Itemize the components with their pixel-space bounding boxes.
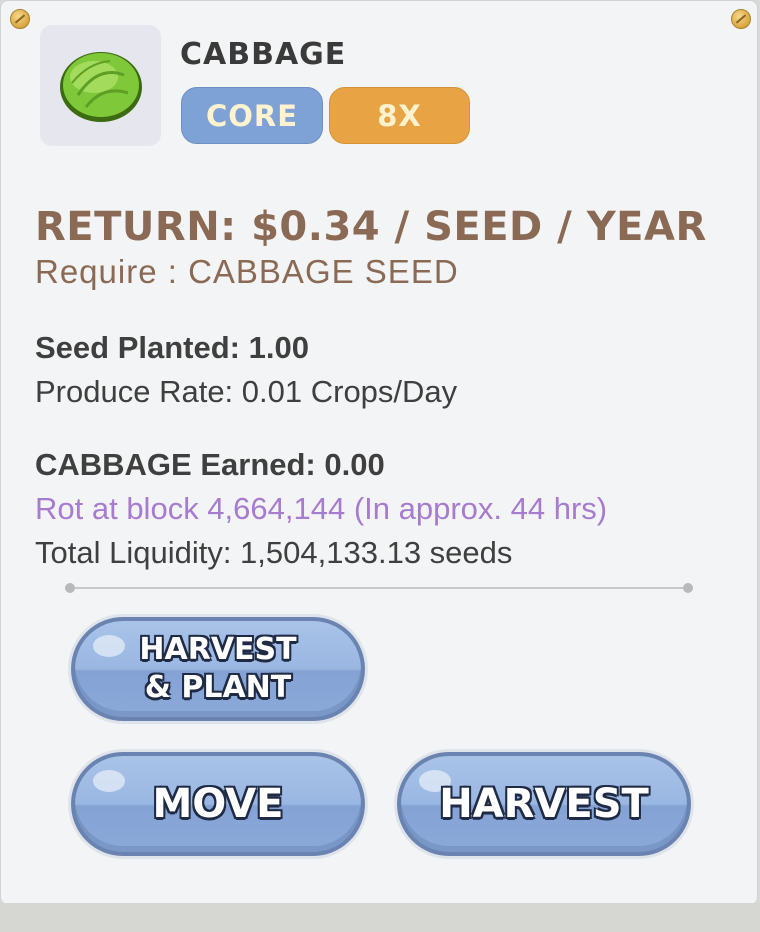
harvest-and-plant-label-2: & PLANT [144, 670, 292, 705]
screw-icon [731, 9, 751, 29]
move-button[interactable]: MOVE [71, 752, 365, 856]
harvest-button[interactable]: HARVEST [397, 752, 691, 856]
return-rate: RETURN: $0.34 / SEED / YEAR [35, 204, 707, 250]
total-liquidity: Total Liquidity: 1,504,133.13 seeds [35, 535, 513, 570]
harvest-and-plant-label-1: HARVEST [139, 632, 297, 667]
divider [65, 583, 693, 593]
crop-name: CABBAGE [180, 37, 347, 72]
crop-image [40, 25, 161, 146]
harvest-label: HARVEST [439, 781, 649, 827]
core-badge: CORE [181, 87, 323, 144]
bottom-strip [0, 903, 760, 932]
harvest-and-plant-button[interactable]: HARVEST & PLANT [71, 617, 365, 721]
screw-icon [10, 9, 30, 29]
rot-info: Rot at block 4,664,144 (In approx. 44 hr… [35, 491, 608, 526]
move-label: MOVE [152, 781, 284, 827]
produce-rate: Produce Rate: 0.01 Crops/Day [35, 374, 458, 409]
multiplier-badge: 8X [329, 87, 470, 144]
cabbage-icon [60, 52, 142, 122]
require-text: Require : CABBAGE SEED [35, 253, 459, 290]
crop-earned: CABBAGE Earned: 0.00 [35, 447, 385, 482]
crop-card: CABBAGE CORE 8X RETURN: $0.34 / SEED / Y… [0, 0, 758, 905]
seed-planted: Seed Planted: 1.00 [35, 330, 309, 365]
